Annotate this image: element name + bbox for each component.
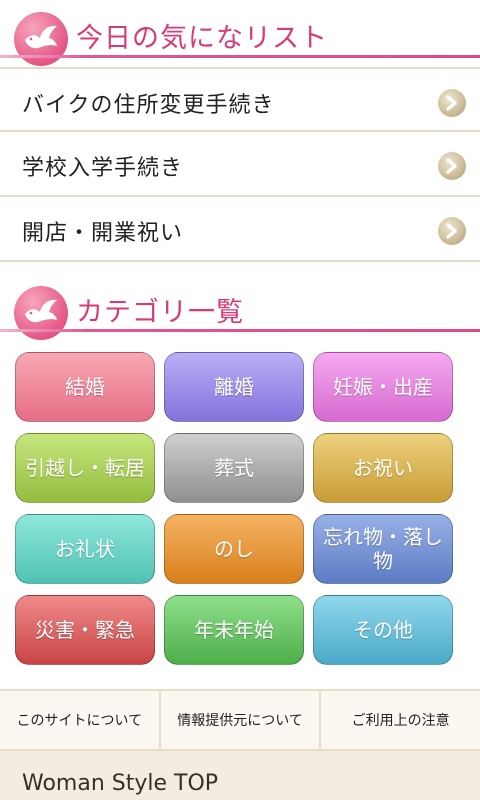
- section-divider: [0, 329, 480, 332]
- category-other-button[interactable]: その他: [313, 595, 453, 665]
- category-label: 災害・緊急: [35, 618, 135, 642]
- category-moving-button[interactable]: 引越し・転居: [15, 433, 155, 503]
- category-pregnancy-button[interactable]: 妊娠・出産: [313, 352, 453, 422]
- list-item-shop-opening[interactable]: 開店・開業祝い: [0, 197, 480, 262]
- category-marriage-button[interactable]: 結婚: [15, 352, 155, 422]
- list-item-school-enroll[interactable]: 学校入学手続き: [0, 132, 480, 197]
- category-label: お祝い: [353, 456, 413, 480]
- category-label: のし: [214, 537, 254, 561]
- category-funeral-button[interactable]: 葬式: [164, 433, 304, 503]
- category-thanks-letter-button[interactable]: お礼状: [15, 514, 155, 584]
- category-new-year-button[interactable]: 年末年始: [164, 595, 304, 665]
- home-top-bar[interactable]: Woman Style TOP: [0, 751, 480, 800]
- favorites-list: バイクの住所変更手続き 学校入学手続き 開店・開業祝い: [0, 67, 480, 262]
- category-label: 忘れ物・落し物: [323, 525, 443, 573]
- category-label: 妊娠・出産: [333, 375, 433, 399]
- category-label: 年末年始: [194, 618, 274, 642]
- info-source-link[interactable]: 情報提供元について: [161, 691, 322, 749]
- chevron-right-icon: [438, 217, 466, 245]
- category-label: その他: [353, 618, 413, 642]
- footer-links: このサイトについて 情報提供元について ご利用上の注意: [0, 689, 480, 751]
- terms-notice-link[interactable]: ご利用上の注意: [321, 691, 480, 749]
- category-lost-items-button[interactable]: 忘れ物・落し物: [313, 514, 453, 584]
- about-site-link[interactable]: このサイトについて: [0, 691, 161, 749]
- category-celebration-button[interactable]: お祝い: [313, 433, 453, 503]
- category-noshi-button[interactable]: のし: [164, 514, 304, 584]
- favorites-title: 今日の気になリスト: [76, 23, 328, 54]
- category-label: お礼状: [55, 537, 115, 561]
- category-label: 結婚: [65, 375, 105, 399]
- category-label: 離婚: [214, 375, 254, 399]
- category-label: 引越し・転居: [25, 456, 145, 480]
- favorites-header: 今日の気になリスト: [0, 0, 480, 66]
- category-label: 葬式: [214, 456, 254, 480]
- category-disaster-button[interactable]: 災害・緊急: [15, 595, 155, 665]
- chevron-right-icon: [438, 152, 466, 180]
- section-divider: [0, 55, 480, 58]
- list-item-bike-address[interactable]: バイクの住所変更手続き: [0, 67, 480, 132]
- list-item-label: 学校入学手続き: [22, 156, 184, 181]
- category-divorce-button[interactable]: 離婚: [164, 352, 304, 422]
- categories-title: カテゴリ一覧: [76, 297, 244, 328]
- home-top-link[interactable]: Woman Style TOP: [22, 771, 218, 796]
- list-item-label: 開店・開業祝い: [22, 221, 184, 246]
- categories-header: カテゴリ一覧: [0, 274, 480, 340]
- list-item-label: バイクの住所変更手続き: [22, 93, 275, 118]
- chevron-right-icon: [438, 89, 466, 117]
